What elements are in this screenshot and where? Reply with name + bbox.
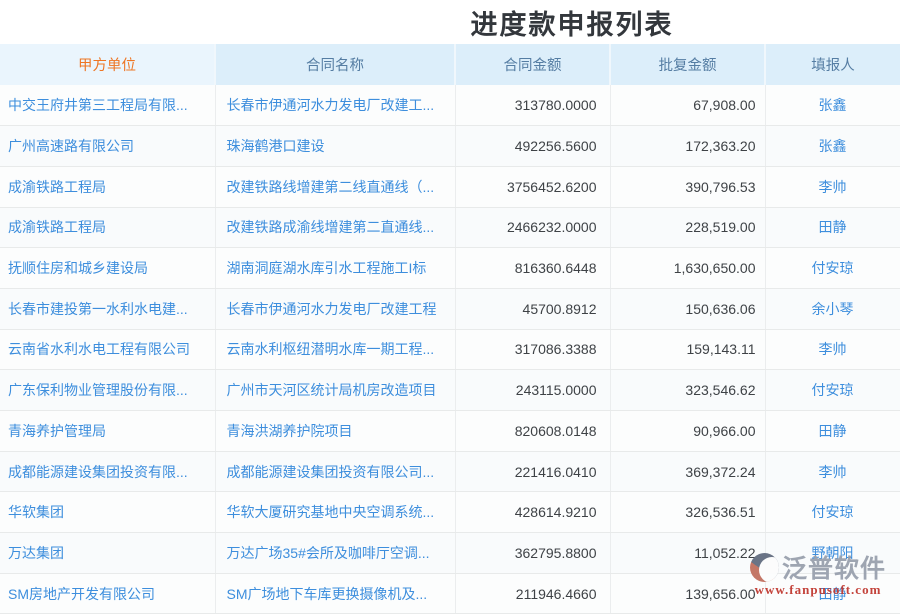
table-row[interactable]: 云南省水利水电工程有限公司云南水利枢纽潜明水库一期工程...317086.338… xyxy=(0,329,900,370)
cell-contract-amount: 2466232.0000 xyxy=(455,207,610,248)
cell-contract-name[interactable]: 珠海鹤港口建设 xyxy=(215,126,455,167)
column-header-reporter[interactable]: 填报人 xyxy=(765,44,900,85)
cell-approved-amount: 323,546.62 xyxy=(610,370,765,411)
cell-reporter[interactable]: 付安琼 xyxy=(765,370,900,411)
cell-contract-amount: 428614.9210 xyxy=(455,492,610,533)
cell-contract-name[interactable]: 云南水利枢纽潜明水库一期工程... xyxy=(215,329,455,370)
cell-contract-name[interactable]: 广州市天河区统计局机房改造项目 xyxy=(215,370,455,411)
cell-contract-amount: 45700.8912 xyxy=(455,288,610,329)
cell-party-a[interactable]: 广州高速路有限公司 xyxy=(0,126,215,167)
cell-contract-name[interactable]: 长春市伊通河水力发电厂改建工程 xyxy=(215,288,455,329)
cell-party-a[interactable]: 青海养护管理局 xyxy=(0,411,215,452)
cell-approved-amount: 159,143.11 xyxy=(610,329,765,370)
column-header-party-a[interactable]: 甲方单位 xyxy=(0,44,215,85)
cell-approved-amount: 90,966.00 xyxy=(610,411,765,452)
table-row[interactable]: 广州高速路有限公司珠海鹤港口建设492256.5600172,363.20张鑫 xyxy=(0,126,900,167)
column-header-contract-amount[interactable]: 合同金额 xyxy=(455,44,610,85)
cell-reporter[interactable]: 张鑫 xyxy=(765,126,900,167)
cell-contract-name[interactable]: 万达广场35#会所及咖啡厅空调... xyxy=(215,533,455,574)
cell-contract-name[interactable]: 改建铁路线增建第二线直通线（... xyxy=(215,166,455,207)
table-row[interactable]: 抚顺住房和城乡建设局湖南洞庭湖水库引水工程施工I标816360.64481,63… xyxy=(0,248,900,289)
page-title: 进度款申报列表 xyxy=(122,3,900,42)
table-row[interactable]: 中交王府井第三工程局有限...长春市伊通河水力发电厂改建工...313780.0… xyxy=(0,85,900,126)
cell-contract-amount: 820608.0148 xyxy=(455,411,610,452)
cell-contract-name[interactable]: 长春市伊通河水力发电厂改建工... xyxy=(215,85,455,126)
progress-payment-table: 甲方单位 合同名称 合同金额 批复金额 填报人 中交王府井第三工程局有限...长… xyxy=(0,44,900,614)
table-row[interactable]: 成渝铁路工程局改建铁路线增建第二线直通线（...3756452.6200390,… xyxy=(0,166,900,207)
cell-reporter[interactable]: 田静 xyxy=(765,411,900,452)
cell-approved-amount: 1,630,650.00 xyxy=(610,248,765,289)
cell-contract-amount: 362795.8800 xyxy=(455,533,610,574)
table-row[interactable]: 长春市建投第一水利水电建...长春市伊通河水力发电厂改建工程45700.8912… xyxy=(0,288,900,329)
cell-party-a[interactable]: 华软集团 xyxy=(0,492,215,533)
cell-reporter[interactable]: 付安琼 xyxy=(765,248,900,289)
fanpu-watermark: 泛普软件 www.fanpusoft.com xyxy=(750,549,886,598)
cell-reporter[interactable]: 田静 xyxy=(765,207,900,248)
watermark-brand-text: 泛普软件 xyxy=(782,549,886,585)
cell-party-a[interactable]: 成都能源建设集团投资有限... xyxy=(0,451,215,492)
cell-reporter[interactable]: 余小琴 xyxy=(765,288,900,329)
cell-approved-amount: 150,636.06 xyxy=(610,288,765,329)
cell-contract-name[interactable]: 湖南洞庭湖水库引水工程施工I标 xyxy=(215,248,455,289)
column-header-approved-amount[interactable]: 批复金额 xyxy=(610,44,765,85)
cell-party-a[interactable]: 成渝铁路工程局 xyxy=(0,207,215,248)
cell-contract-name[interactable]: 青海洪湖养护院项目 xyxy=(215,411,455,452)
cell-party-a[interactable]: 抚顺住房和城乡建设局 xyxy=(0,248,215,289)
column-header-contract-name[interactable]: 合同名称 xyxy=(215,44,455,85)
table-body: 中交王府井第三工程局有限...长春市伊通河水力发电厂改建工...313780.0… xyxy=(0,85,900,614)
cell-approved-amount: 172,363.20 xyxy=(610,126,765,167)
cell-reporter[interactable]: 李帅 xyxy=(765,166,900,207)
cell-contract-name[interactable]: 成都能源建设集团投资有限公司... xyxy=(215,451,455,492)
cell-approved-amount: 228,519.00 xyxy=(610,207,765,248)
cell-approved-amount: 369,372.24 xyxy=(610,451,765,492)
cell-reporter[interactable]: 张鑫 xyxy=(765,85,900,126)
cell-reporter[interactable]: 付安琼 xyxy=(765,492,900,533)
cell-approved-amount: 139,656.00 xyxy=(610,573,765,614)
cell-contract-amount: 492256.5600 xyxy=(455,126,610,167)
table-row[interactable]: 青海养护管理局青海洪湖养护院项目820608.014890,966.00田静 xyxy=(0,411,900,452)
cell-party-a[interactable]: 广东保利物业管理股份有限... xyxy=(0,370,215,411)
watermark-url-text: www.fanpusoft.com xyxy=(750,582,886,598)
cell-contract-amount: 221416.0410 xyxy=(455,451,610,492)
cell-contract-name[interactable]: SM广场地下车库更换摄像机及... xyxy=(215,573,455,614)
cell-contract-amount: 211946.4660 xyxy=(455,573,610,614)
cell-contract-amount: 816360.6448 xyxy=(455,248,610,289)
table-row[interactable]: 成都能源建设集团投资有限...成都能源建设集团投资有限公司...221416.0… xyxy=(0,451,900,492)
cell-contract-amount: 317086.3388 xyxy=(455,329,610,370)
cell-party-a[interactable]: 中交王府井第三工程局有限... xyxy=(0,85,215,126)
cell-party-a[interactable]: SM房地产开发有限公司 xyxy=(0,573,215,614)
cell-contract-amount: 243115.0000 xyxy=(455,370,610,411)
cell-contract-amount: 313780.0000 xyxy=(455,85,610,126)
table-row[interactable]: 华软集团华软大厦研究基地中央空调系统...428614.9210326,536.… xyxy=(0,492,900,533)
cell-approved-amount: 326,536.51 xyxy=(610,492,765,533)
fanpu-logo-icon xyxy=(750,553,779,582)
cell-contract-name[interactable]: 改建铁路成渝线增建第二直通线... xyxy=(215,207,455,248)
table-row[interactable]: 成渝铁路工程局改建铁路成渝线增建第二直通线...2466232.0000228,… xyxy=(0,207,900,248)
table-header: 甲方单位 合同名称 合同金额 批复金额 填报人 xyxy=(0,44,900,85)
cell-party-a[interactable]: 云南省水利水电工程有限公司 xyxy=(0,329,215,370)
cell-approved-amount: 390,796.53 xyxy=(610,166,765,207)
cell-reporter[interactable]: 李帅 xyxy=(765,329,900,370)
cell-reporter[interactable]: 李帅 xyxy=(765,451,900,492)
cell-contract-amount: 3756452.6200 xyxy=(455,166,610,207)
cell-party-a[interactable]: 万达集团 xyxy=(0,533,215,574)
cell-contract-name[interactable]: 华软大厦研究基地中央空调系统... xyxy=(215,492,455,533)
table-row[interactable]: 广东保利物业管理股份有限...广州市天河区统计局机房改造项目243115.000… xyxy=(0,370,900,411)
cell-party-a[interactable]: 长春市建投第一水利水电建... xyxy=(0,288,215,329)
cell-party-a[interactable]: 成渝铁路工程局 xyxy=(0,166,215,207)
cell-approved-amount: 11,052.22 xyxy=(610,533,765,574)
cell-approved-amount: 67,908.00 xyxy=(610,85,765,126)
